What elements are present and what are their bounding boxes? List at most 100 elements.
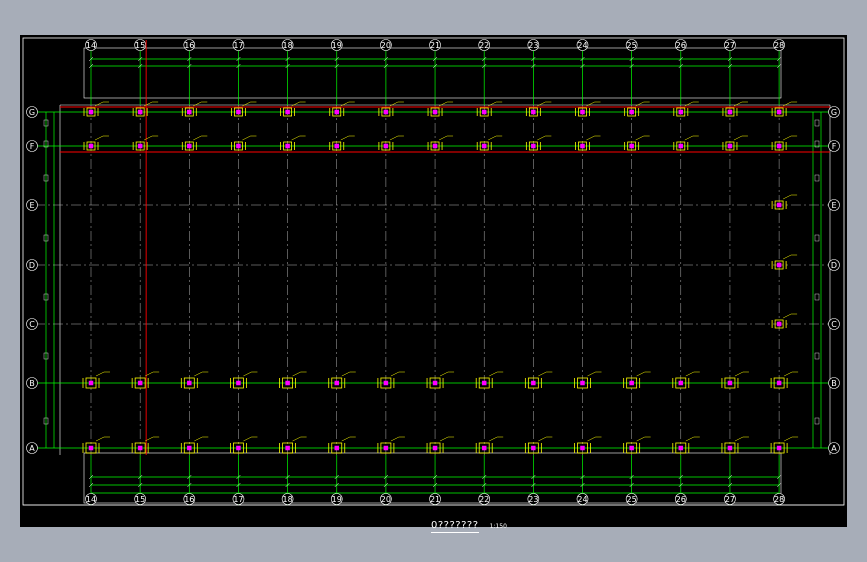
footing-G-15-leader xyxy=(144,101,153,107)
axis-label-26-top: 26 xyxy=(676,41,686,50)
footing-A-24-leader xyxy=(587,436,596,442)
axis-label-20-top: 20 xyxy=(381,41,391,50)
footing-F-18-leader xyxy=(291,135,300,141)
footing-B-22-column xyxy=(481,380,487,386)
axis-label-21-top: 21 xyxy=(430,41,440,50)
footing-F-17-leader xyxy=(242,135,251,141)
axis-label-A-right: A xyxy=(831,444,837,453)
side-dim-marker-right-2 xyxy=(814,174,820,182)
side-dim-marker-right-5 xyxy=(814,352,820,360)
footing-A-28-leader xyxy=(783,436,793,442)
footing-F-28-column xyxy=(776,143,782,149)
footing-A-17-leader xyxy=(243,436,252,442)
axis-label-20-bottom: 20 xyxy=(381,495,391,504)
footing-F-18-column xyxy=(285,143,290,149)
axis-label-18-bottom: 18 xyxy=(283,495,293,504)
footing-D-28-column xyxy=(776,262,782,268)
footing-B-17-column xyxy=(236,380,241,386)
axis-label-25-top: 25 xyxy=(627,41,637,50)
drawing-title: 0??????? xyxy=(431,520,479,533)
footing-D-28-leader xyxy=(782,254,792,260)
footing-B-17-leader xyxy=(243,371,252,377)
footing-G-28-column xyxy=(776,109,782,115)
footing-A-28-column xyxy=(776,445,782,451)
footing-A-20-column xyxy=(383,445,389,451)
footing-A-27-column xyxy=(727,445,733,451)
side-dim-marker-right-4 xyxy=(814,293,820,301)
footing-G-18-leader xyxy=(291,101,300,107)
footing-A-23-leader xyxy=(538,436,547,442)
footing-F-14-column xyxy=(88,143,94,149)
footing-G-16-column xyxy=(187,109,192,115)
footing-G-23-column xyxy=(531,109,536,115)
axis-label-18-top: 18 xyxy=(283,41,293,50)
footing-F-27-leader xyxy=(733,135,743,141)
axis-label-27-top: 27 xyxy=(725,41,735,50)
footing-B-16-leader xyxy=(194,371,203,377)
footing-G-23-leader xyxy=(537,101,546,107)
axis-label-23-top: 23 xyxy=(528,41,538,50)
axis-label-E-left: E xyxy=(29,201,34,210)
footing-B-20-leader xyxy=(390,371,400,377)
footing-G-25-leader xyxy=(635,101,644,107)
footing-G-22-column xyxy=(481,109,487,115)
footing-F-24-leader xyxy=(586,135,595,141)
footing-G-27-column xyxy=(727,109,733,115)
footing-G-20-column xyxy=(383,109,389,115)
footing-B-14-column xyxy=(88,380,94,386)
footing-A-16-leader xyxy=(194,436,203,442)
footing-F-26-column xyxy=(678,143,684,149)
footing-A-21-leader xyxy=(439,436,449,442)
footing-B-19-leader xyxy=(341,371,350,377)
footing-G-14-column xyxy=(88,109,94,115)
footing-B-23-leader xyxy=(538,371,547,377)
footing-A-23-column xyxy=(531,445,536,451)
axis-label-C-right: C xyxy=(831,320,837,329)
axis-label-27-bottom: 27 xyxy=(725,495,735,504)
footing-A-22-leader xyxy=(489,436,498,442)
footing-F-25-column xyxy=(629,143,634,149)
footing-B-20-column xyxy=(383,380,389,386)
axis-label-B-right: B xyxy=(831,379,837,388)
footing-A-15-column xyxy=(137,445,143,451)
drawing-scale: 1:150 xyxy=(489,523,507,530)
footing-F-16-leader xyxy=(193,135,202,141)
footing-A-24-column xyxy=(580,445,585,451)
footing-F-23-column xyxy=(531,143,536,149)
top-dimension-box xyxy=(83,47,782,99)
axis-label-16-top: 16 xyxy=(184,41,194,50)
footing-F-21-column xyxy=(432,143,438,149)
axis-label-22-top: 22 xyxy=(479,41,489,50)
footing-F-25-leader xyxy=(635,135,644,141)
axis-label-22-bottom: 22 xyxy=(479,495,489,504)
footing-G-27-leader xyxy=(733,101,743,107)
footing-G-14-leader xyxy=(94,101,104,107)
axis-label-14-bottom: 14 xyxy=(86,495,96,504)
footing-G-22-leader xyxy=(488,101,497,107)
footing-A-14-leader xyxy=(95,436,105,442)
footing-B-28-column xyxy=(776,380,782,386)
axis-label-21-bottom: 21 xyxy=(430,495,440,504)
footing-F-15-column xyxy=(137,143,143,149)
footing-F-19-leader xyxy=(340,135,349,141)
footing-F-19-column xyxy=(334,143,339,149)
footing-G-26-column xyxy=(678,109,684,115)
footing-G-16-leader xyxy=(193,101,202,107)
footing-A-27-leader xyxy=(734,436,744,442)
footing-G-17-column xyxy=(236,109,241,115)
footing-F-23-leader xyxy=(537,135,546,141)
axis-label-C-left: C xyxy=(29,320,35,329)
axis-label-19-top: 19 xyxy=(332,41,342,50)
footing-G-26-leader xyxy=(684,101,693,107)
footing-B-23-column xyxy=(531,380,536,386)
footing-A-18-leader xyxy=(292,436,301,442)
footing-F-28-leader xyxy=(782,135,792,141)
footing-F-20-leader xyxy=(389,135,399,141)
footing-F-22-leader xyxy=(488,135,497,141)
axis-label-15-bottom: 15 xyxy=(135,495,145,504)
footing-F-16-column xyxy=(187,143,192,149)
footing-F-20-column xyxy=(383,143,389,149)
footing-A-19-leader xyxy=(341,436,350,442)
footing-B-16-column xyxy=(187,380,192,386)
footing-F-26-leader xyxy=(684,135,693,141)
